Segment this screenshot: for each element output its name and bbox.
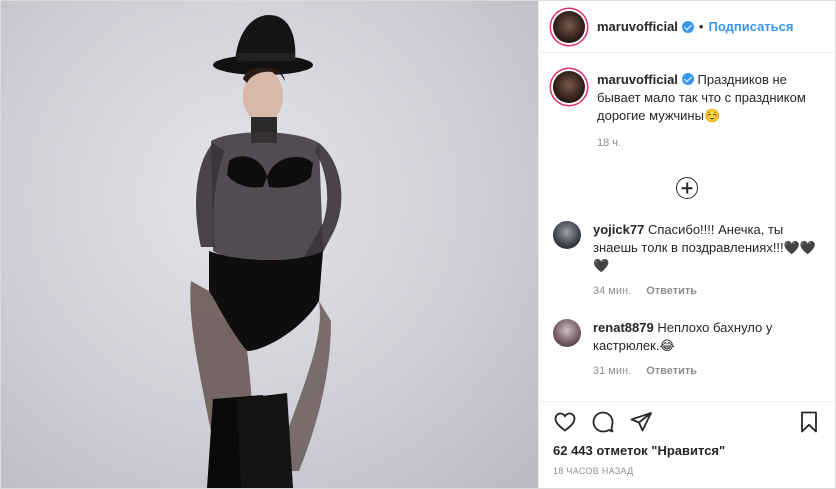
action-bar <box>539 401 835 441</box>
comment-username[interactable]: renat8879 <box>593 320 654 335</box>
caption-avatar[interactable] <box>553 71 585 103</box>
plus-circle-icon[interactable] <box>676 177 698 199</box>
follow-button[interactable]: Подписаться <box>708 19 793 34</box>
caption-time: 18 ч. <box>597 137 622 149</box>
comment-username[interactable]: yojick77 <box>593 222 644 237</box>
comment-text-block: renat8879 Неплохо бахнуло у кастрюлек.😂 <box>593 319 819 355</box>
comments-section: maruvofficial Праздников не бывает мало … <box>539 53 835 401</box>
post-header: maruvofficial • Подписаться <box>539 1 835 53</box>
commenter-avatar[interactable] <box>553 319 581 347</box>
commenter-avatar[interactable] <box>553 221 581 249</box>
verified-badge-icon <box>681 20 694 33</box>
comment-text-block: yojick77 Спасибо!!!! Анечка, ты знаешь т… <box>593 221 819 275</box>
comment-meta: 34 мин. Ответить <box>593 285 819 297</box>
verified-badge-icon <box>681 73 694 85</box>
post-timestamp[interactable]: 18 часов назад <box>539 458 835 488</box>
caption-text-block: maruvofficial Праздников не бывает мало … <box>597 71 817 125</box>
photo-illustration <box>190 15 342 488</box>
comment-item: renat8879 Неплохо бахнуло у кастрюлек.😂 … <box>553 319 821 377</box>
separator-dot: • <box>698 19 704 34</box>
post-side-panel: maruvofficial • Подписаться maruvofficia… <box>538 1 835 488</box>
reply-button[interactable]: Ответить <box>646 365 697 377</box>
caption-username[interactable]: maruvofficial <box>597 72 678 87</box>
author-avatar[interactable] <box>553 10 585 43</box>
post-modal: maruvofficial • Подписаться maruvofficia… <box>0 0 836 489</box>
reply-button[interactable]: Ответить <box>646 285 697 297</box>
likes-count[interactable]: 62 443 отметок "Нравится" <box>539 441 835 458</box>
comment-item: yojick77 Спасибо!!!! Анечка, ты знаешь т… <box>553 221 821 297</box>
comment-bubble-icon[interactable] <box>591 410 615 434</box>
caption: maruvofficial Праздников не бывает мало … <box>553 71 821 149</box>
bookmark-icon[interactable] <box>797 410 821 434</box>
author-username[interactable]: maruvofficial <box>597 19 678 34</box>
comment-time: 34 мин. <box>593 285 632 297</box>
heart-icon[interactable] <box>553 410 577 434</box>
paper-plane-icon[interactable] <box>629 410 653 434</box>
comment-time: 31 мин. <box>593 365 632 377</box>
comment-meta: 31 мин. Ответить <box>593 365 819 377</box>
post-photo[interactable] <box>1 1 538 488</box>
